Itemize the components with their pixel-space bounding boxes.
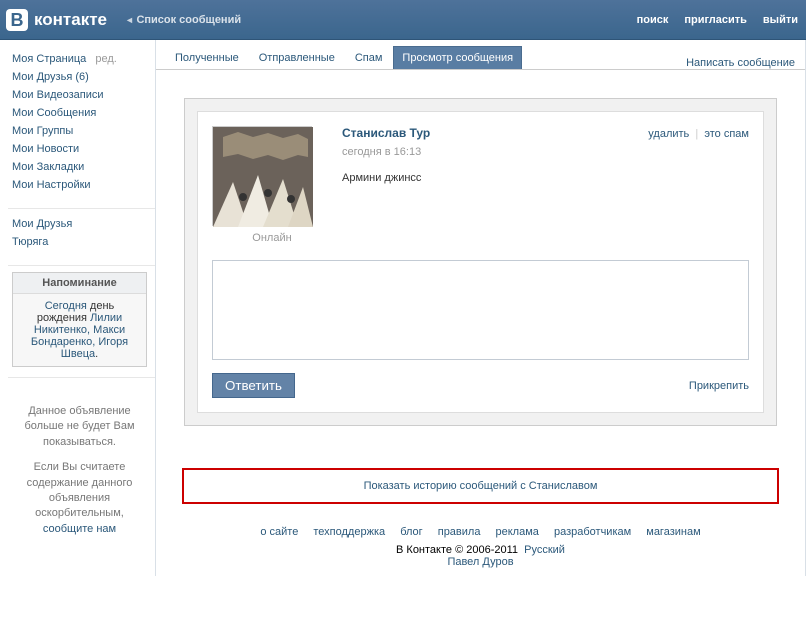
avatar[interactable] xyxy=(212,126,312,226)
reminder-body: Сегодня день рождения Лилии Никитенко, М… xyxy=(13,294,146,366)
nav-invite[interactable]: пригласить xyxy=(684,14,747,26)
reply-button[interactable]: Ответить xyxy=(212,373,295,398)
brand-text: контакте xyxy=(34,10,107,30)
reminder-today[interactable]: Сегодня xyxy=(45,300,87,312)
nav-logout[interactable]: выйти xyxy=(763,14,798,26)
nav-friends[interactable]: Мои Друзья (6) xyxy=(12,71,89,83)
footer-shops[interactable]: магазинам xyxy=(646,526,700,538)
footer-devs[interactable]: разработчикам xyxy=(554,526,631,538)
reply-textarea[interactable] xyxy=(212,260,749,360)
nav-edit[interactable]: ред. xyxy=(89,53,116,65)
footer-blog[interactable]: блог xyxy=(400,526,422,538)
tab-outbox[interactable]: Отправленные xyxy=(250,46,344,69)
breadcrumb[interactable]: Список сообщений xyxy=(125,14,241,26)
tab-compose[interactable]: Написать сообщение xyxy=(686,57,795,69)
footer-support[interactable]: техподдержка xyxy=(313,526,385,538)
tabs: Полученные Отправленные Спам Просмотр со… xyxy=(156,40,805,70)
nav-search[interactable]: поиск xyxy=(637,14,669,26)
message-body: Армини джинсс xyxy=(342,158,749,184)
content: Полученные Отправленные Спам Просмотр со… xyxy=(155,40,806,576)
history-link-box: Показать историю сообщений с Станиславом xyxy=(182,468,779,504)
header: B контакте Список сообщений поиск пригла… xyxy=(0,0,806,40)
tab-inbox[interactable]: Полученные xyxy=(166,46,248,69)
tab-spam[interactable]: Спам xyxy=(346,46,392,69)
message-time: сегодня в 16:13 xyxy=(342,140,749,158)
nav-messages[interactable]: Мои Сообщения xyxy=(12,107,96,119)
top-nav: поиск пригласить выйти xyxy=(637,14,798,26)
copyright: В Контакте © 2006-2011 xyxy=(396,544,518,556)
online-status: Онлайн xyxy=(212,226,332,244)
ad-report-link[interactable]: сообщите нам xyxy=(43,523,116,535)
action-delete[interactable]: удалить xyxy=(648,128,689,140)
ad-block: Данное объявление больше не будет Вам по… xyxy=(12,384,155,547)
footer-lang[interactable]: Русский xyxy=(524,544,565,556)
ad-line1: Данное объявление больше не будет Вам по… xyxy=(14,404,145,450)
sender-name[interactable]: Станислав Тур xyxy=(342,126,430,140)
nav-friends-2[interactable]: Мои Друзья xyxy=(12,218,72,230)
nav-groups[interactable]: Мои Группы xyxy=(12,125,73,137)
history-link[interactable]: Показать историю сообщений с Станиславом xyxy=(364,480,598,492)
logo[interactable]: B контакте xyxy=(6,9,125,31)
nav-settings[interactable]: Мои Настройки xyxy=(12,179,91,191)
footer-author[interactable]: Павел Дуров xyxy=(447,556,513,568)
tab-view[interactable]: Просмотр сообщения xyxy=(393,46,522,69)
footer-rules[interactable]: правила xyxy=(438,526,481,538)
footer: о сайте техподдержка блог правила реклам… xyxy=(156,518,805,576)
footer-ads[interactable]: реклама xyxy=(496,526,539,538)
nav-bookmarks[interactable]: Мои Закладки xyxy=(12,161,84,173)
action-spam[interactable]: это спам xyxy=(704,128,749,140)
message-box: Онлайн Станислав Тур удалить | это спам xyxy=(184,98,777,426)
nav-videos[interactable]: Мои Видеозаписи xyxy=(12,89,104,101)
reminder-box: Напоминание Сегодня день рождения Лилии … xyxy=(12,272,147,367)
footer-about[interactable]: о сайте xyxy=(260,526,298,538)
nav-my-page[interactable]: Моя Страница xyxy=(12,53,86,65)
sidebar: Моя Страница ред. Мои Друзья (6) Мои Вид… xyxy=(0,40,155,576)
nav-tyuryaga[interactable]: Тюряга xyxy=(12,236,48,248)
nav-news[interactable]: Мои Новости xyxy=(12,143,79,155)
reminder-title: Напоминание xyxy=(13,273,146,294)
attach-link[interactable]: Прикрепить xyxy=(689,380,749,392)
ad-line2: Если Вы считаете содержание данного объя… xyxy=(27,461,133,519)
logo-icon: B xyxy=(6,9,28,31)
